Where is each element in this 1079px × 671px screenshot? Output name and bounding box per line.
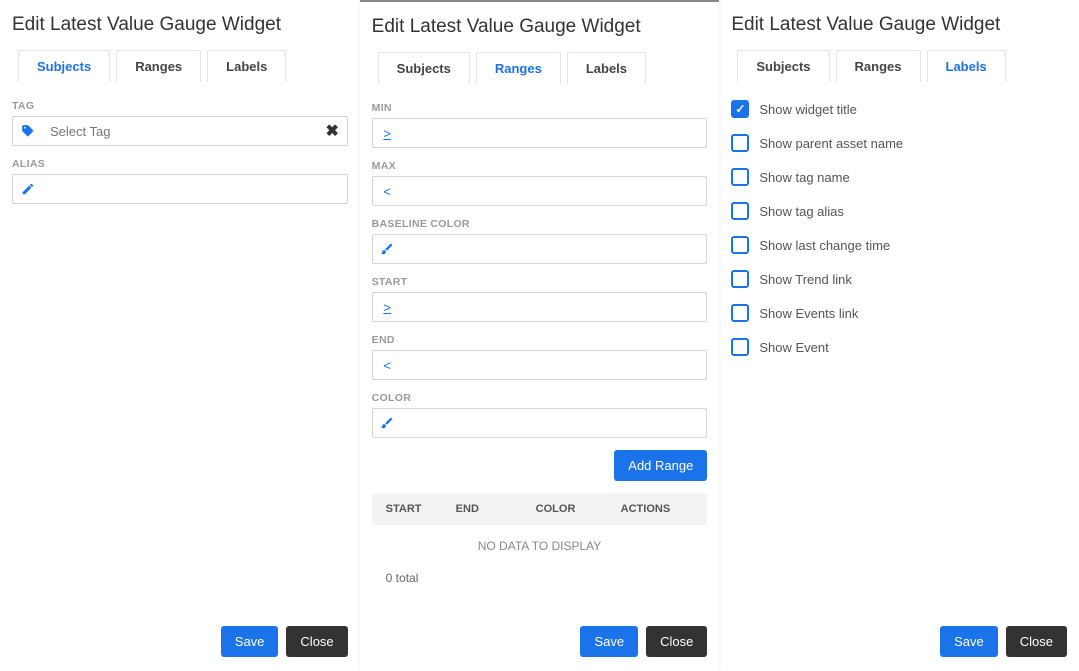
tag-icon [12,116,42,146]
alias-input[interactable] [42,174,348,204]
checkbox[interactable] [731,100,749,118]
ranges-table-header: START END COLOR ACTIONS [372,493,708,525]
checkbox[interactable] [731,236,749,254]
close-button[interactable]: Close [1006,626,1067,657]
gte-icon: > [372,292,402,322]
close-icon: ✖ [325,121,338,141]
subjects-content: TAG ✖ ALIAS [12,100,348,616]
max-input[interactable] [402,176,708,206]
end-label: END [372,334,708,346]
footer: Save Close [12,616,348,657]
lt-icon: < [372,176,402,206]
tab-labels[interactable]: Labels [207,50,286,82]
panel-title: Edit Latest Value Gauge Widget [12,14,348,36]
end-input[interactable] [402,350,708,380]
checkbox-label: Show tag alias [759,204,844,219]
checkbox-label: Show last change time [759,238,890,253]
pencil-icon [12,174,42,204]
add-range-button[interactable]: Add Range [614,450,707,481]
ranges-panel: Edit Latest Value Gauge Widget Subjects … [360,0,720,671]
checkbox-row: Show tag name [731,168,1067,186]
checkbox-row: Show Events link [731,304,1067,322]
tabs: Subjects Ranges Labels [737,50,1067,82]
checkbox-label: Show Events link [759,306,858,321]
tab-ranges[interactable]: Ranges [836,50,921,82]
labels-content: Show widget title Show parent asset name S… [731,100,1067,616]
tab-ranges[interactable]: Ranges [476,52,561,84]
tab-labels[interactable]: Labels [927,50,1006,82]
tabs: Subjects Ranges Labels [378,52,708,84]
close-button[interactable]: Close [646,626,707,657]
tag-label: TAG [12,100,348,112]
checkbox[interactable] [731,168,749,186]
total-count: 0 total [386,567,708,595]
tabs: Subjects Ranges Labels [18,50,348,82]
gte-icon: > [372,118,402,148]
save-button[interactable]: Save [940,626,998,657]
checkbox[interactable] [731,202,749,220]
checkbox-label: Show widget title [759,102,857,117]
checkbox-row: Show widget title [731,100,1067,118]
start-input[interactable] [402,292,708,322]
checkbox-label: Show Trend link [759,272,852,287]
checkbox[interactable] [731,134,749,152]
tab-subjects[interactable]: Subjects [18,50,110,82]
color-label: COLOR [372,392,708,404]
footer: Save Close [731,616,1067,657]
lt-icon: < [372,350,402,380]
checkbox-label: Show parent asset name [759,136,903,151]
checkbox-label: Show tag name [759,170,849,185]
brush-icon [372,408,402,438]
min-label: MIN [372,102,708,114]
tab-subjects[interactable]: Subjects [378,52,470,84]
panel-title: Edit Latest Value Gauge Widget [731,14,1067,36]
labels-panel: Edit Latest Value Gauge Widget Subjects … [719,0,1079,671]
baseline-color-input[interactable] [402,234,708,264]
tab-labels[interactable]: Labels [567,52,646,84]
footer: Save Close [372,616,708,657]
tab-ranges[interactable]: Ranges [116,50,201,82]
checkbox-row: Show Event [731,338,1067,356]
checkbox-row: Show parent asset name [731,134,1067,152]
th-end: END [456,503,536,515]
checkbox[interactable] [731,270,749,288]
start-label: START [372,276,708,288]
save-button[interactable]: Save [580,626,638,657]
panel-title: Edit Latest Value Gauge Widget [372,16,708,38]
color-input[interactable] [402,408,708,438]
tab-subjects[interactable]: Subjects [737,50,829,82]
alias-label: ALIAS [12,158,348,170]
no-data-message: NO DATA TO DISPLAY [372,525,708,567]
brush-icon [372,234,402,264]
checkbox[interactable] [731,304,749,322]
tag-input[interactable] [42,116,318,146]
checkbox-row: Show last change time [731,236,1067,254]
th-actions: ACTIONS [621,503,694,515]
checkbox-row: Show Trend link [731,270,1067,288]
checkbox[interactable] [731,338,749,356]
checkbox-label: Show Event [759,340,828,355]
close-button[interactable]: Close [286,626,347,657]
checkbox-row: Show tag alias [731,202,1067,220]
tag-clear-button[interactable]: ✖ [318,116,348,146]
max-label: MAX [372,160,708,172]
th-color: COLOR [536,503,621,515]
ranges-content: MIN > MAX < BASELINE COLOR START [372,102,708,616]
th-start: START [386,503,456,515]
subjects-panel: Edit Latest Value Gauge Widget Subjects … [0,0,360,671]
min-input[interactable] [402,118,708,148]
save-button[interactable]: Save [221,626,279,657]
baseline-color-label: BASELINE COLOR [372,218,708,230]
